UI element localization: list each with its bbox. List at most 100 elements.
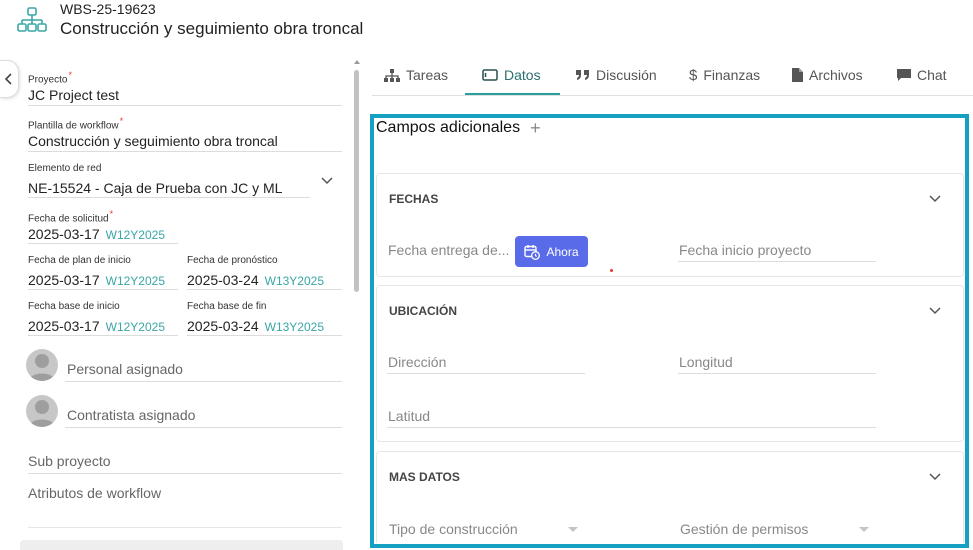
pronostico-week: W13Y2025 (264, 274, 324, 288)
chat-icon (897, 68, 911, 81)
hierarchy-icon (17, 7, 47, 32)
tab-chat[interactable]: Chat (897, 56, 947, 94)
direccion-field[interactable]: Dirección (388, 354, 446, 370)
tab-datos[interactable]: Datos (482, 56, 541, 94)
solicitud-label: Fecha de solicitud (28, 213, 109, 225)
elemento-label: Elemento de red (28, 163, 102, 174)
elemento-red-select[interactable]: Elemento de red NE-15524 - Caja de Prueb… (28, 163, 310, 198)
dropdown-arrow-icon[interactable] (568, 527, 578, 532)
fecha-base-inicio-field[interactable]: Fecha base de inicio 2025-03-17 W12Y2025 (28, 301, 178, 336)
collapse-panel-button[interactable] (0, 60, 19, 98)
chevron-left-icon (5, 73, 12, 85)
divider (28, 527, 342, 528)
mas-datos-title[interactable]: MAS DATOS (389, 470, 460, 484)
tab-archivos[interactable]: Archivos (792, 56, 863, 94)
plantilla-label: Plantilla de workflow (28, 120, 119, 132)
tab-label: Chat (917, 67, 947, 83)
contratista-asignado-field[interactable]: Contratista asignado (26, 395, 342, 429)
ahora-button[interactable]: Ahora (515, 236, 588, 267)
chevron-down-icon[interactable] (929, 473, 941, 481)
latitud-field[interactable]: Latitud (388, 408, 430, 424)
chevron-down-icon[interactable] (929, 195, 941, 203)
tab-label: Discusión (596, 67, 657, 83)
calendar-clock-icon (524, 244, 541, 260)
proyecto-label: Proyecto (28, 74, 68, 86)
panel-footer (20, 540, 343, 550)
add-field-icon[interactable]: + (530, 119, 541, 137)
page-header: WBS-25-19623 Construcción y seguimiento … (0, 0, 973, 48)
tab-label: Datos (504, 67, 541, 83)
window-icon (482, 69, 498, 81)
dropdown-arrow-icon[interactable] (859, 527, 869, 532)
base-inicio-label: Fecha base de inicio (28, 301, 120, 312)
plantilla-value: Construcción y seguimiento obra troncal (28, 133, 278, 149)
tab-tareas[interactable]: Tareas (384, 56, 448, 94)
person-icon (29, 354, 55, 381)
left-scrollbar[interactable] (354, 60, 360, 550)
tab-label: Finanzas (703, 67, 761, 83)
solicitud-week: W12Y2025 (105, 228, 165, 242)
person-icon (29, 400, 55, 427)
file-icon (792, 68, 803, 82)
avatar (26, 349, 58, 381)
page-title: Construcción y seguimiento obra troncal (60, 19, 364, 38)
base-inicio-week: W12Y2025 (105, 320, 165, 334)
error-dot (610, 269, 613, 272)
base-inicio-date: 2025-03-17 (28, 318, 100, 334)
ahora-label: Ahora (546, 244, 579, 259)
section-header: Campos adicionales + (376, 119, 541, 137)
atributos-workflow[interactable]: Atributos de workflow (28, 485, 342, 505)
section-title: Campos adicionales (376, 119, 521, 136)
active-tab-indicator (465, 93, 560, 95)
solicitud-date: 2025-03-17 (28, 226, 100, 242)
fecha-plan-inicio-field[interactable]: Fecha de plan de inicio 2025-03-17 W12Y20… (28, 255, 178, 290)
required-mark: * (119, 116, 124, 126)
required-mark: * (109, 209, 114, 219)
details-panel: Proyecto* JC Project test Plantilla de w… (26, 60, 344, 550)
required-mark: * (68, 70, 72, 80)
pronostico-date: 2025-03-24 (187, 272, 259, 288)
chevron-down-icon[interactable] (929, 307, 941, 315)
sub-proyecto-field[interactable]: Sub proyecto (28, 453, 342, 474)
wbs-code: WBS-25-19623 (60, 1, 156, 17)
tab-discusion[interactable]: Discusión (576, 56, 657, 94)
dollar-icon: $ (689, 66, 698, 84)
fecha-solicitud-field[interactable]: Fecha de solicitud* 2025-03-17 W12Y2025 (28, 209, 178, 244)
tab-bar: Tareas Datos Discusión $ Finanzas Archiv… (372, 56, 973, 96)
sitemap-icon (384, 68, 400, 82)
tab-label: Tareas (406, 67, 449, 83)
tab-label: Archivos (809, 67, 863, 83)
base-fin-date: 2025-03-24 (187, 318, 259, 334)
proyecto-field[interactable]: Proyecto* JC Project test (28, 70, 342, 106)
plan-inicio-label: Fecha de plan de inicio (28, 255, 131, 266)
base-fin-week: W13Y2025 (264, 320, 324, 334)
fecha-pronostico-field[interactable]: Fecha de pronóstico 2025-03-24 W13Y2025 (187, 255, 342, 290)
personal-asignado-label: Personal asignado (67, 361, 183, 377)
proyecto-value: JC Project test (28, 87, 120, 103)
quote-icon (576, 70, 589, 80)
gestion-permisos-select[interactable]: Gestión de permisos (680, 521, 808, 537)
tipo-construccion-select[interactable]: Tipo de construcción (389, 521, 518, 537)
fecha-entrega-field[interactable]: Fecha entrega de... (388, 242, 509, 258)
plan-inicio-week: W12Y2025 (105, 274, 165, 288)
fecha-base-fin-field[interactable]: Fecha base de fin 2025-03-24 W13Y2025 (187, 301, 342, 336)
scroll-thumb[interactable] (354, 70, 359, 292)
ubicacion-card: UBICACIÓN (376, 285, 964, 442)
tab-finanzas[interactable]: $ Finanzas (689, 56, 760, 94)
plan-inicio-date: 2025-03-17 (28, 272, 100, 288)
elemento-value: NE-15524 - Caja de Prueba con JC y ML (28, 180, 283, 196)
personal-asignado-field[interactable]: Personal asignado (26, 349, 342, 383)
contratista-asignado-label: Contratista asignado (67, 407, 196, 423)
avatar (26, 395, 58, 427)
fechas-title[interactable]: FECHAS (389, 192, 438, 206)
scroll-up-arrow[interactable] (354, 60, 360, 64)
atributos-label: Atributos de workflow (28, 485, 162, 501)
longitud-field[interactable]: Longitud (679, 354, 733, 370)
chevron-down-icon[interactable] (321, 177, 333, 185)
plantilla-field[interactable]: Plantilla de workflow* Construcción y se… (28, 116, 342, 152)
ubicacion-title[interactable]: UBICACIÓN (389, 304, 457, 318)
sub-proyecto-label: Sub proyecto (28, 453, 111, 469)
fecha-inicio-proyecto-field[interactable]: Fecha inicio proyecto (679, 242, 811, 258)
base-fin-label: Fecha base de fin (187, 301, 267, 312)
pronostico-label: Fecha de pronóstico (187, 255, 278, 266)
